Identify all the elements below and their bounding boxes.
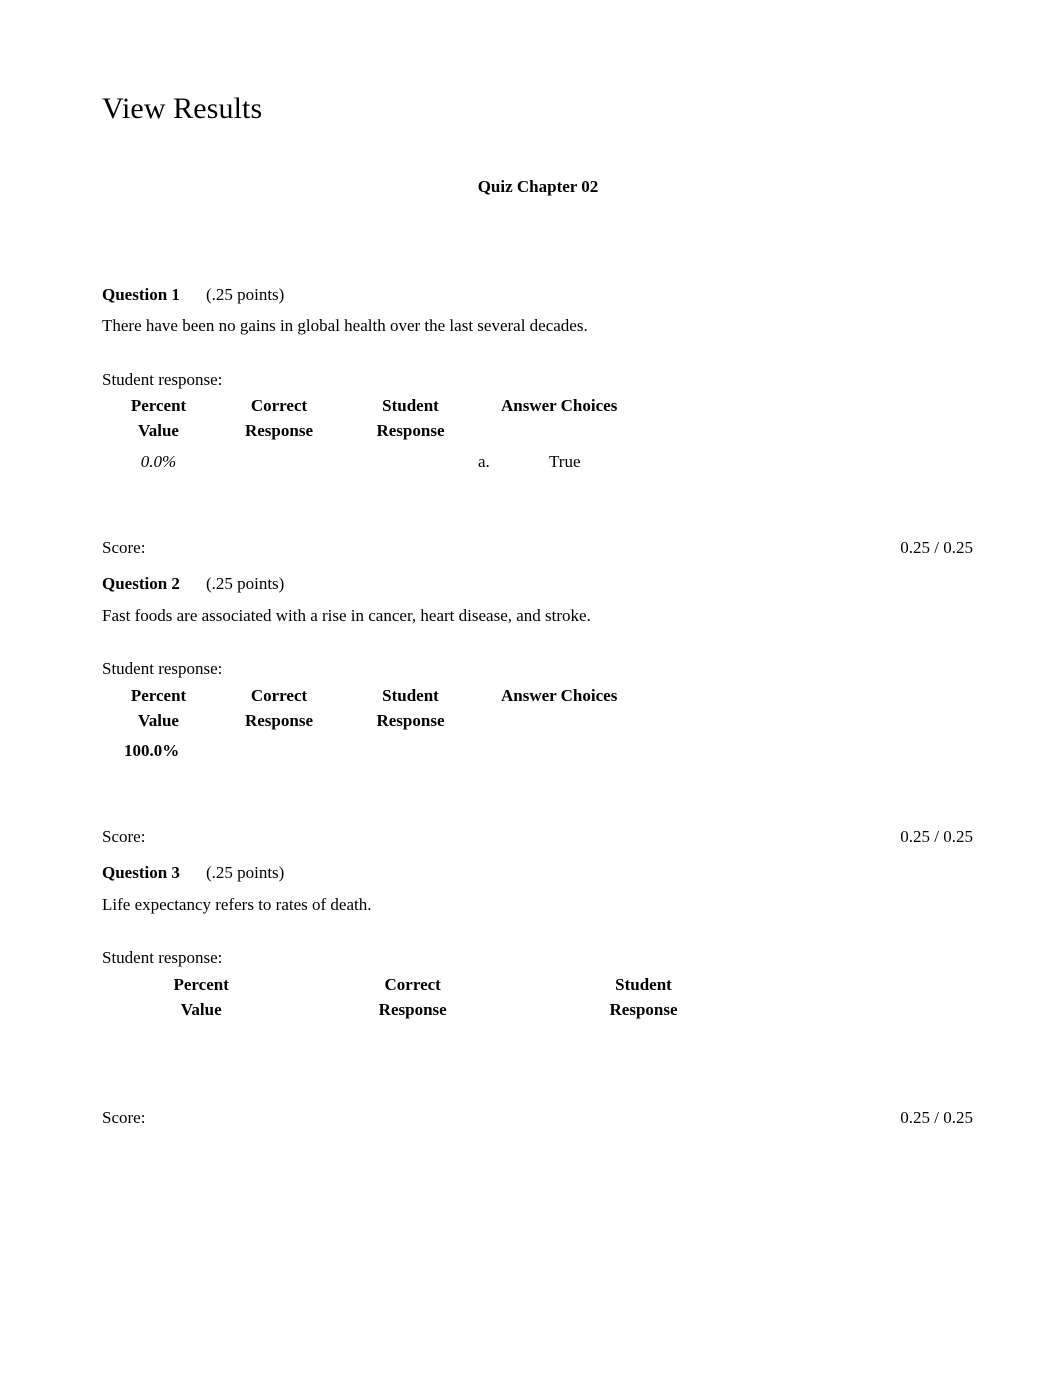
question-2-response-table: Percent Value Correct Response Student R… xyxy=(102,681,762,763)
column-header-student-response: Student Response xyxy=(376,396,445,441)
cell-percent-value: 100.0% xyxy=(124,740,180,760)
question-1-student-response-label: Student response: xyxy=(102,369,223,389)
cell-student-response xyxy=(343,733,478,763)
spacer-before-question-2 xyxy=(102,559,974,573)
table-row: 0.0% a. True xyxy=(102,444,762,474)
question-2-score-label: Score: xyxy=(102,827,146,846)
question-3-points: (.25 points) xyxy=(205,863,285,883)
column-header-student-response: Student Response xyxy=(376,685,445,730)
table-header-row: Percent Value Correct Response Student R… xyxy=(102,970,762,1022)
document-page: View Results Quiz Chapter 02 Question 1 (… xyxy=(0,0,1062,1377)
document-content: View Results Quiz Chapter 02 Question 1 (… xyxy=(102,0,974,1130)
question-1-points: (.25 points) xyxy=(205,285,285,304)
cell-choice-letter xyxy=(478,733,538,763)
page-title: View Results xyxy=(102,92,263,125)
table-header-row: Percent Value Correct Response Student R… xyxy=(102,391,762,443)
spacer-before-question-1 xyxy=(102,197,974,284)
question-2-points: (.25 points) xyxy=(205,574,285,594)
question-3-label: Question 3 xyxy=(102,863,180,883)
cell-answer-choice: True xyxy=(549,451,581,471)
column-header-correct-response: Correct Response xyxy=(378,974,447,1019)
question-3-score-label: Score: xyxy=(102,1108,146,1128)
question-3-student-response-label: Student response: xyxy=(102,948,223,968)
column-header-answer-choices: Answer Choices xyxy=(501,396,618,416)
cell-choice-letter: a. xyxy=(478,451,490,471)
column-header-student-response: Student Response xyxy=(609,974,678,1019)
question-2-student-response-label: Student response: xyxy=(102,659,223,679)
question-2-heading: Question 2 (.25 points) xyxy=(102,573,974,595)
question-block-1: Question 1 (.25 points) There have been n… xyxy=(102,284,974,559)
question-2-score-value: 0.25 / 0.25 xyxy=(900,827,973,846)
column-header-answer-choices: Answer Choices xyxy=(501,685,618,705)
table-header-row: Percent Value Correct Response Student R… xyxy=(102,681,762,733)
column-header-percent-value: Percent Value xyxy=(130,685,187,730)
question-3-heading: Question 3 (.25 points) xyxy=(102,862,974,884)
question-1-score-label: Score: xyxy=(102,537,146,557)
question-3-score-value: 0.25 / 0.25 xyxy=(900,1108,973,1128)
column-header-correct-response: Correct Response xyxy=(244,396,313,441)
quiz-title: Quiz Chapter 02 xyxy=(477,177,599,196)
question-1-heading: Question 1 (.25 points) xyxy=(102,284,974,306)
cell-answer-choice xyxy=(538,733,762,763)
cell-student-response xyxy=(343,444,478,474)
question-1-text: There have been no gains in global healt… xyxy=(102,316,588,336)
question-2-text: Fast foods are associated with a rise in… xyxy=(102,605,591,625)
column-header-percent-value: Percent Value xyxy=(173,974,229,1019)
spacer-before-question-3 xyxy=(102,848,974,862)
question-1-score-row: Score: 0.25 / 0.25 xyxy=(102,474,973,559)
question-2-label: Question 2 xyxy=(102,574,180,594)
question-block-2: Question 2 (.25 points) Fast foods are as… xyxy=(102,573,974,848)
question-1-label: Question 1 xyxy=(102,285,180,304)
cell-percent-value: 0.0% xyxy=(140,451,177,471)
question-3-text: Life expectancy refers to rates of death… xyxy=(102,894,372,914)
question-block-3: Question 3 (.25 points) Life expectancy r… xyxy=(102,862,974,1129)
question-2-score-row: Score: 0.25 / 0.25 xyxy=(102,763,973,848)
column-header-correct-response: Correct Response xyxy=(244,685,313,730)
question-3-score-row: Score: 0.25 / 0.25 xyxy=(102,1022,973,1129)
question-3-response-table: Percent Value Correct Response Student R… xyxy=(102,970,762,1022)
question-1-response-table: Percent Value Correct Response Student R… xyxy=(102,391,762,473)
column-header-percent-value: Percent Value xyxy=(130,396,187,441)
table-row: 100.0% xyxy=(102,733,762,763)
question-1-score-value: 0.25 / 0.25 xyxy=(900,537,973,557)
cell-correct-response xyxy=(215,444,343,474)
cell-correct-response xyxy=(215,733,343,763)
